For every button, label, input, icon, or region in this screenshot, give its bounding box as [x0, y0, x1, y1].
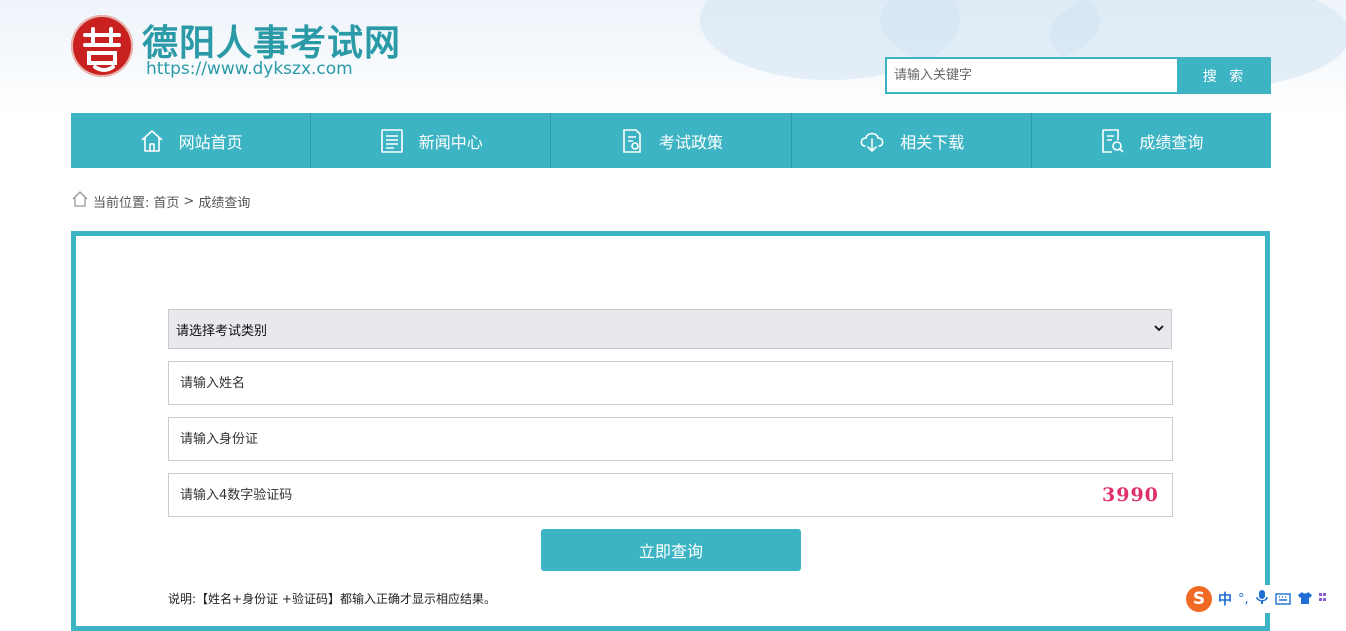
- cloud-download-icon: [858, 128, 886, 154]
- breadcrumb-home-link[interactable]: 首页: [153, 192, 179, 211]
- exam-type-selected-value: 请选择考试类别: [176, 323, 268, 339]
- form-note: 说明:【姓名+身份证 +验证码】都输入正确才显示相应结果。: [168, 592, 496, 606]
- nav-label: 相关下载: [900, 132, 965, 152]
- breadcrumb: 当前位置: 首页 > 成绩查询: [71, 190, 250, 212]
- chevron-down-icon: [1153, 322, 1165, 338]
- home-icon: [139, 128, 165, 154]
- search-document-icon: [1099, 128, 1125, 154]
- captcha-input[interactable]: [168, 473, 1173, 517]
- ime-punct-toggle[interactable]: °,: [1238, 592, 1249, 607]
- nav-label: 新闻中心: [418, 132, 483, 152]
- nav-item-policy[interactable]: 考试政策: [551, 113, 792, 168]
- name-input[interactable]: [168, 361, 1173, 405]
- ime-toolbar: S 中 °,: [1183, 585, 1346, 613]
- site-logo-seal[interactable]: [71, 15, 133, 77]
- id-card-input[interactable]: [168, 417, 1173, 461]
- skin-shirt-icon[interactable]: [1297, 590, 1313, 609]
- search-button[interactable]: 搜 索: [1179, 57, 1271, 94]
- main-nav: 网站首页 新闻中心 考试政策 相关下载 成绩查询: [71, 113, 1271, 168]
- exam-type-select[interactable]: 请选择考试类别: [168, 309, 1172, 349]
- site-url: https://www.dykszx.com: [146, 59, 353, 79]
- captcha-image[interactable]: 3990: [1102, 484, 1159, 506]
- nav-label: 网站首页: [178, 132, 243, 152]
- microphone-icon[interactable]: [1255, 589, 1269, 609]
- nav-item-score-query[interactable]: 成绩查询: [1032, 113, 1271, 168]
- keyboard-icon[interactable]: [1274, 590, 1291, 609]
- breadcrumb-current[interactable]: 成绩查询: [198, 192, 250, 211]
- nav-item-news[interactable]: 新闻中心: [311, 113, 552, 168]
- nav-item-home[interactable]: 网站首页: [71, 113, 312, 168]
- home-icon: [71, 190, 89, 212]
- grid-menu-icon[interactable]: [1318, 590, 1327, 609]
- search-input[interactable]: [885, 57, 1179, 94]
- breadcrumb-prefix: 当前位置:: [93, 195, 150, 211]
- submit-query-button[interactable]: 立即查询: [541, 529, 801, 571]
- nav-label: 考试政策: [659, 132, 724, 152]
- news-icon: [379, 128, 405, 154]
- nav-label: 成绩查询: [1139, 132, 1204, 152]
- site-header: 德阳人事考试网 https://www.dykszx.com 搜 索: [0, 0, 1346, 113]
- ime-mode-toggle[interactable]: 中: [1218, 589, 1232, 609]
- breadcrumb-separator: >: [183, 193, 195, 209]
- policy-document-icon: [619, 128, 645, 154]
- nav-item-download[interactable]: 相关下载: [792, 113, 1032, 168]
- sogou-logo-icon[interactable]: S: [1186, 586, 1212, 612]
